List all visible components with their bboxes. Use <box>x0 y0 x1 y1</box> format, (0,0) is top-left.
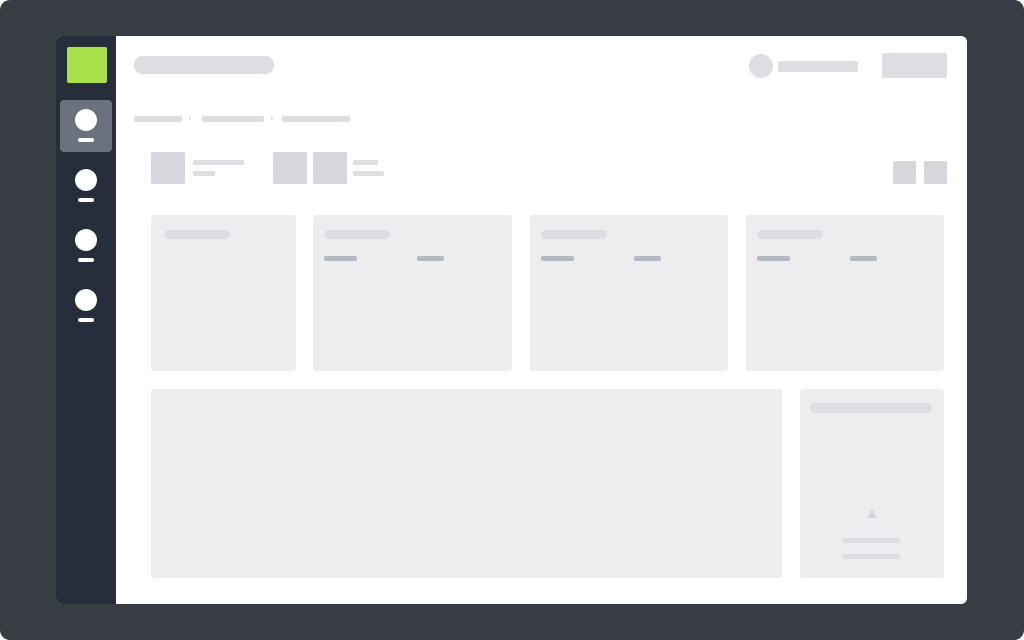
card-title <box>164 230 230 239</box>
stat-card[interactable] <box>530 215 728 371</box>
sidebar-item-2[interactable] <box>60 160 112 212</box>
nav-label-placeholder <box>78 138 94 142</box>
toolbar-thumbnail[interactable] <box>151 152 185 184</box>
nav-icon <box>75 109 97 131</box>
logo-icon[interactable] <box>67 47 107 83</box>
toolbar-text-line <box>193 160 244 165</box>
nav-label-placeholder <box>78 318 94 322</box>
toolbar-text-line <box>353 160 378 165</box>
grid-view-icon[interactable] <box>893 161 916 184</box>
nav-icon <box>75 229 97 251</box>
side-panel-title <box>810 403 932 413</box>
stat-card[interactable] <box>151 215 296 371</box>
card-value <box>757 256 790 261</box>
user-name[interactable] <box>778 61 858 72</box>
nav-icon <box>75 169 97 191</box>
list-view-icon[interactable] <box>924 161 947 184</box>
card-value <box>324 256 357 261</box>
nav-icon <box>75 289 97 311</box>
main-panel[interactable] <box>151 389 782 578</box>
toolbar-thumbnail[interactable] <box>313 152 347 184</box>
nav-label-placeholder <box>78 258 94 262</box>
app-window: › › <box>56 36 967 604</box>
page-title <box>134 56 274 74</box>
toolbar-text-line <box>193 171 215 176</box>
breadcrumb-item[interactable] <box>202 116 264 122</box>
avatar-icon[interactable] <box>749 54 773 78</box>
card-value <box>634 256 661 261</box>
up-arrow-icon <box>867 509 877 518</box>
card-value <box>850 256 877 261</box>
breadcrumb-item <box>282 116 350 122</box>
card-value <box>541 256 574 261</box>
stat-card[interactable] <box>746 215 944 371</box>
card-title <box>324 230 390 239</box>
main-content: › › <box>116 36 967 604</box>
toolbar-thumbnail[interactable] <box>273 152 307 184</box>
breadcrumb-separator: › <box>270 114 274 124</box>
sidebar-item-4[interactable] <box>60 280 112 332</box>
header-action-button[interactable] <box>882 53 947 78</box>
card-title <box>541 230 607 239</box>
toolbar-text-line <box>353 171 384 176</box>
sidebar-item-3[interactable] <box>60 220 112 272</box>
card-title <box>757 230 823 239</box>
side-panel[interactable] <box>800 389 944 578</box>
breadcrumb-item[interactable] <box>134 116 182 122</box>
nav-label-placeholder <box>78 198 94 202</box>
stat-card[interactable] <box>313 215 512 371</box>
card-value <box>417 256 444 261</box>
side-panel-text-line <box>843 554 900 559</box>
desktop-background: › › <box>0 0 1024 640</box>
sidebar <box>56 36 116 604</box>
sidebar-item-1[interactable] <box>60 100 112 152</box>
breadcrumb-separator: › <box>188 114 192 124</box>
side-panel-text-line <box>843 538 900 543</box>
